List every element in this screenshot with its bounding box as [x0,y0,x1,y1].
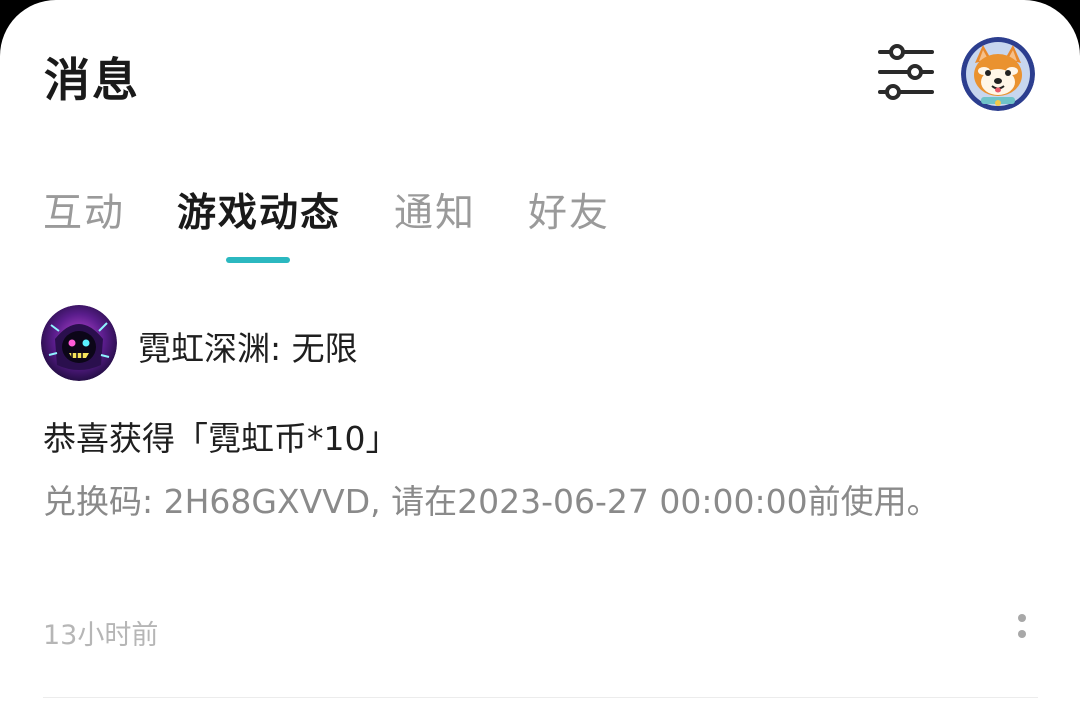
more-vertical-icon [1018,614,1026,638]
more-options-button[interactable] [1006,612,1038,652]
messages-screen: 消息 互动 游戏动态 通知 好友 霓虹深渊: 无限 恭喜获得「霓虹币*10」 兑… [0,0,1080,711]
sliders-icon [878,44,934,100]
shiba-dog-avatar-icon [961,37,1035,111]
tab-notifications[interactable]: 通知 [394,182,476,238]
user-avatar-button[interactable] [961,37,1035,111]
neon-abyss-game-icon [41,305,117,381]
game-avatar[interactable] [41,305,117,381]
game-name[interactable]: 霓虹深渊: 无限 [138,322,358,370]
message-timestamp: 13小时前 [43,620,159,651]
message-body: 兑换码: 2H68GXVVD, 请在2023-06-27 00:00:00前使用… [43,482,940,521]
page-title: 消息 [44,53,140,107]
tab-friends[interactable]: 好友 [528,182,610,238]
message-card[interactable]: 霓虹深渊: 无限 恭喜获得「霓虹币*10」 兑换码: 2H68GXVVD, 请在… [0,300,1080,711]
divider [43,697,1038,698]
active-tab-indicator [226,257,290,263]
tab-game-updates[interactable]: 游戏动态 [177,182,341,238]
tab-interaction[interactable]: 互动 [43,182,125,238]
filter-button[interactable] [874,42,938,102]
header: 消息 [0,0,1080,150]
message-title: 恭喜获得「霓虹币*10」 [43,419,399,458]
tab-bar: 互动 游戏动态 通知 好友 [0,170,1080,270]
